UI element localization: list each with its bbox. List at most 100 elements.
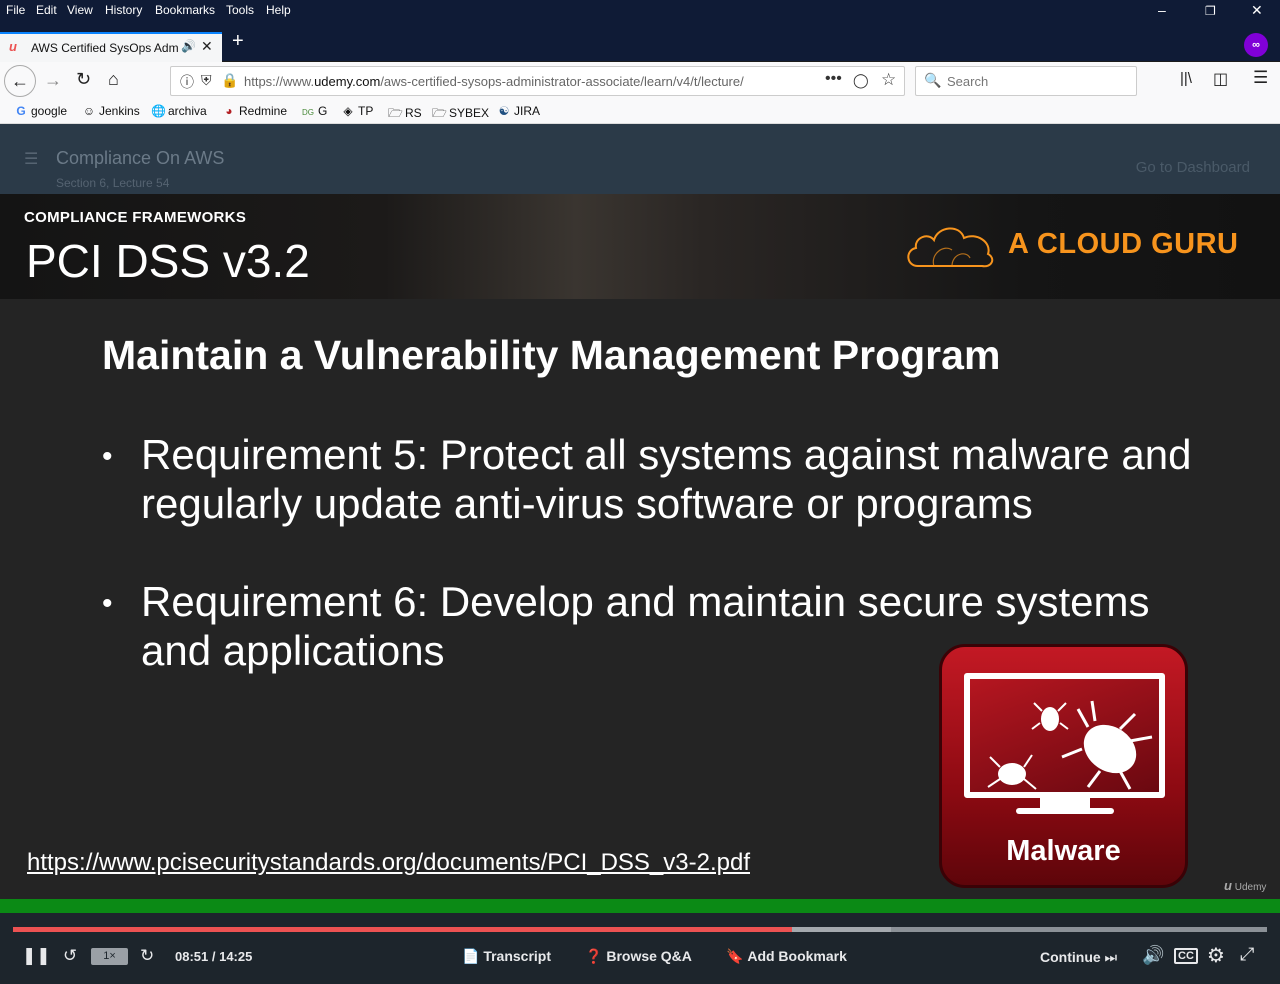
google-icon: G — [16, 104, 26, 118]
tp-icon: ◈ — [343, 104, 353, 118]
menu-edit[interactable]: Edit — [36, 3, 57, 17]
bookmark-jira[interactable]: ☯ JIRA — [497, 104, 540, 118]
menu-history[interactable]: History — [105, 3, 142, 17]
bullet-dot: • — [102, 440, 113, 473]
close-window-icon[interactable]: ✕ — [1251, 2, 1263, 19]
url-text[interactable]: https://www.udemy.com/aws-certified-syso… — [244, 74, 789, 89]
bookmark-archiva[interactable]: 🌐 archiva — [151, 104, 207, 118]
skip-next-icon: ⏭ — [1104, 949, 1118, 965]
video-bottom-strip — [0, 899, 1280, 913]
tab-title: AWS Certified SysOps Admi — [31, 41, 178, 55]
curriculum-list-icon[interactable]: ☰ — [24, 149, 38, 169]
pause-button[interactable]: ❚❚ — [22, 946, 51, 966]
continue-button[interactable]: Continue ⏭ — [1040, 949, 1117, 966]
progress-fill — [13, 927, 792, 932]
folder-icon: 🗁 — [388, 106, 403, 120]
forward-icon[interactable]: ↻ — [140, 946, 154, 966]
rewind-icon[interactable]: ↺ — [63, 946, 77, 966]
fullscreen-icon[interactable]: ⤢ — [1240, 944, 1254, 965]
bookmark-folder-sybex[interactable]: 🗁 SYBEX — [432, 104, 489, 125]
minimize-icon[interactable]: – — [1158, 2, 1166, 18]
browse-qa-button[interactable]: ❓ Browse Q&A — [585, 948, 692, 965]
captions-icon[interactable]: CC — [1174, 948, 1198, 964]
lock-icon[interactable]: 🔒 — [221, 72, 238, 89]
bookmark-jenkins[interactable]: ☺ Jenkins — [82, 104, 140, 118]
pocket-icon[interactable]: ◯ — [853, 72, 869, 89]
info-icon[interactable]: ⓘ — [180, 72, 194, 92]
home-button[interactable]: ⌂ — [108, 69, 119, 90]
menu-bar: File Edit View History Bookmarks Tools H… — [0, 0, 1280, 22]
lecture-title: Compliance On AWS — [56, 148, 225, 168]
slide-banner: COMPLIANCE FRAMEWORKS PCI DSS v3.2 A CLO… — [0, 194, 1280, 299]
slide-kicker: COMPLIANCE FRAMEWORKS — [24, 209, 247, 226]
playback-speed-button[interactable]: 1× — [91, 948, 128, 965]
udemy-favicon-icon: u — [9, 39, 17, 54]
add-bookmark-button[interactable]: 🔖 Add Bookmark — [726, 948, 847, 965]
bookmark-google[interactable]: Ggoogle — [14, 104, 67, 118]
bookmark-icon: 🔖 — [726, 948, 744, 964]
jenkins-icon: ☺ — [82, 104, 96, 118]
slide-title: PCI DSS v3.2 — [26, 235, 310, 287]
monitor-base — [1016, 808, 1114, 814]
menu-bookmarks[interactable]: Bookmarks — [155, 3, 215, 17]
udemy-watermark: u Udemy — [1224, 878, 1267, 893]
url-bar[interactable]: ⓘ ⛨ 🔒 https://www.udemy.com/aws-certifie… — [170, 66, 905, 96]
player-controls: ❚❚ ↺ 1× ↻ 08:51 / 14:25 📄 Transcript ❓ B… — [0, 913, 1280, 984]
time-display: 08:51 / 14:25 — [175, 949, 253, 964]
volume-icon[interactable]: 🔊 — [1142, 945, 1164, 966]
hamburger-menu-icon[interactable]: ☰ — [1253, 68, 1268, 88]
bookmark-star-icon[interactable]: ☆ — [881, 70, 896, 90]
folder-icon: 🗁 — [432, 106, 447, 120]
private-browsing-icon: ∞ — [1244, 33, 1268, 57]
close-tab-icon[interactable]: ✕ — [201, 38, 213, 55]
bug-icon — [987, 700, 1153, 790]
malware-icon: Malware — [939, 644, 1188, 888]
tracking-shield-icon[interactable]: ⛨ — [201, 72, 212, 89]
video-player[interactable]: COMPLIANCE FRAMEWORKS PCI DSS v3.2 A CLO… — [0, 194, 1280, 899]
back-button[interactable]: ← — [4, 65, 36, 97]
monitor-stand — [1040, 798, 1090, 808]
globe-icon: 🌐 — [151, 104, 166, 118]
menu-help[interactable]: Help — [266, 3, 291, 17]
tab-active[interactable]: u AWS Certified SysOps Admi 🔊 ✕ — [0, 32, 222, 62]
bookmark-tp[interactable]: ◈ TP — [341, 104, 373, 118]
sidebar-icon[interactable]: ◫ — [1213, 69, 1228, 89]
bookmarks-toolbar: Ggoogle ☺ Jenkins 🌐 archiva ◕ Redmine DG G ◈… — [0, 100, 1280, 124]
nav-bar: ← → ↻ ⌂ ⓘ ⛨ 🔒 https://www.udemy.com/aws-… — [0, 62, 1280, 100]
dashboard-link[interactable]: Go to Dashboard — [1136, 159, 1250, 176]
search-input[interactable]: Search — [947, 74, 988, 89]
question-icon: ❓ — [585, 948, 603, 964]
monitor-screen — [964, 673, 1165, 798]
bullet-requirement-5: Requirement 5: Protect all systems again… — [141, 431, 1192, 527]
pci-document-link: https://www.pcisecuritystandards.org/doc… — [27, 849, 750, 876]
bookmark-folder-rs[interactable]: 🗁 RS — [388, 104, 422, 125]
bookmark-redmine[interactable]: ◕ Redmine — [222, 104, 287, 118]
search-icon: 🔍 — [924, 72, 942, 88]
speaker-icon[interactable]: 🔊 — [181, 39, 196, 53]
transcript-button[interactable]: 📄 Transcript — [462, 948, 551, 965]
settings-gear-icon[interactable]: ⚙ — [1207, 943, 1225, 968]
jira-icon: ☯ — [498, 104, 510, 118]
library-icon[interactable]: ||\ — [1180, 70, 1192, 87]
redmine-icon: ◕ — [225, 104, 233, 118]
search-bar[interactable]: 🔍 Search — [915, 66, 1137, 96]
restore-icon[interactable]: ❐ — [1205, 4, 1216, 18]
document-icon: 📄 — [462, 948, 480, 964]
brand-text: A CLOUD GURU — [1008, 228, 1239, 260]
page-actions-icon[interactable]: ••• — [825, 70, 842, 88]
cloud-logo-icon — [907, 227, 994, 268]
menu-tools[interactable]: Tools — [226, 3, 254, 17]
malware-label: Malware — [1006, 835, 1121, 867]
g-bookmark-icon: DG — [302, 108, 314, 117]
slide-heading: Maintain a Vulnerability Management Prog… — [102, 332, 1001, 378]
bookmark-g[interactable]: DG G — [301, 104, 327, 118]
progress-bar[interactable] — [13, 927, 1267, 932]
new-tab-button[interactable]: + — [232, 30, 244, 53]
bullet-dot: • — [102, 587, 113, 620]
course-header: ☰ Compliance On AWS Section 6, Lecture 5… — [0, 124, 1280, 194]
menu-view[interactable]: View — [67, 3, 93, 17]
forward-button[interactable]: → — [44, 70, 62, 91]
reload-button[interactable]: ↻ — [76, 69, 91, 90]
lecture-meta: Section 6, Lecture 54 — [56, 176, 170, 190]
menu-file[interactable]: File — [6, 3, 25, 17]
